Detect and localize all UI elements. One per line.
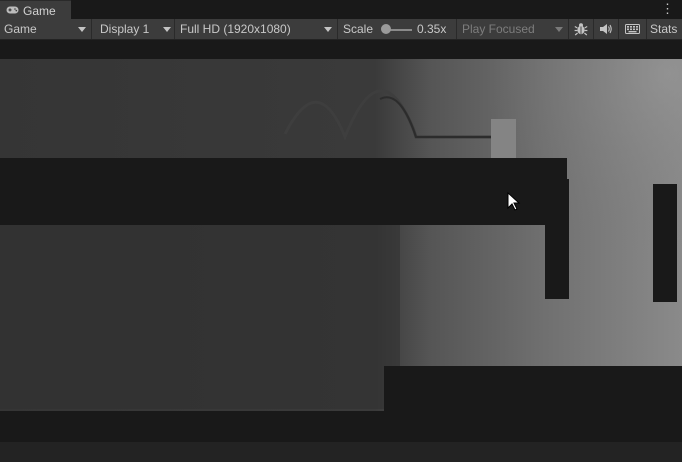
view-mode-dropdown[interactable]: Game <box>0 19 91 39</box>
player-block <box>491 119 516 158</box>
display-label: Display 1 <box>100 22 150 36</box>
game-scene <box>0 59 682 443</box>
tab-game[interactable]: Game <box>0 0 71 19</box>
viewport-bottom-bar <box>0 442 682 462</box>
stats-label: Stats <box>650 22 678 36</box>
mute-audio-button[interactable] <box>594 19 618 39</box>
scale-slider-thumb[interactable] <box>381 24 391 34</box>
mouse-cursor-icon <box>507 192 521 211</box>
play-mode-dropdown[interactable]: Play Focused <box>457 19 568 39</box>
divider <box>337 19 338 39</box>
resolution-dropdown[interactable]: Full HD (1920x1080) <box>175 19 337 39</box>
game-toolbar: Game Display 1 Full HD (1920x1080) Scale… <box>0 19 682 40</box>
view-mode-label: Game <box>4 22 37 36</box>
shortcuts-button[interactable] <box>619 19 646 39</box>
shadow-region <box>0 225 400 409</box>
tab-label: Game <box>23 4 56 18</box>
tab-bar: Game ⋮ <box>0 0 682 19</box>
scale-value: 0.35x <box>417 22 447 36</box>
play-mode-label: Play Focused <box>462 22 535 36</box>
platform-top <box>0 158 567 225</box>
more-options-icon[interactable]: ⋮ <box>661 2 674 16</box>
chevron-down-icon <box>163 27 171 32</box>
gamepad-icon <box>6 6 19 14</box>
platform-step <box>384 366 682 443</box>
chevron-down-icon <box>78 27 86 32</box>
display-dropdown[interactable]: Display 1 <box>92 19 174 39</box>
bug-icon <box>574 23 588 36</box>
chevron-down-icon <box>324 27 332 32</box>
chevron-down-icon <box>555 27 563 32</box>
platform-floor <box>0 411 384 443</box>
scale-label: Scale <box>343 22 374 36</box>
resolution-label: Full HD (1920x1080) <box>180 22 291 36</box>
gizmos-bug-button[interactable] <box>569 19 593 39</box>
keyboard-icon <box>625 24 640 34</box>
stats-button[interactable]: Stats <box>647 19 682 39</box>
audio-icon <box>600 24 612 34</box>
game-view <box>0 59 682 443</box>
wall-middle <box>545 179 569 299</box>
game-viewport[interactable] <box>0 40 682 462</box>
wall-right <box>653 184 677 302</box>
